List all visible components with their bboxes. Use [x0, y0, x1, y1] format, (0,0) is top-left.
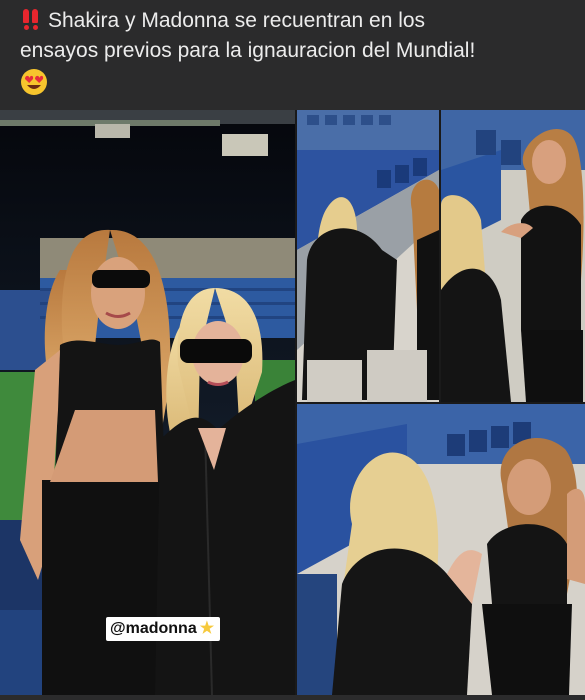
photo-top-right[interactable]	[441, 110, 585, 402]
stands-photo-image	[297, 110, 439, 402]
bottom-border	[0, 695, 585, 700]
mention-tag[interactable]: @madonna ★	[106, 617, 221, 641]
photo-top-left[interactable]	[297, 110, 439, 402]
star-icon: ★	[199, 620, 215, 637]
mention-username: @madonna	[110, 620, 197, 637]
photo-bottom[interactable]	[297, 404, 585, 695]
conversation-photo-image	[441, 110, 585, 402]
photo-main[interactable]: @madonna ★	[0, 110, 295, 695]
caption-line-2: ensayos previos para la ignauracion del …	[20, 39, 476, 62]
caption-line-1: Shakira y Madonna se recuentran en los	[48, 9, 426, 32]
caption-text: Shakira y Madonna se recuentran en los e…	[20, 6, 575, 96]
double-exclamation-mark-icon	[20, 8, 42, 30]
photo-collage: @madonna ★	[0, 110, 585, 700]
closeup-photo-image	[297, 404, 585, 695]
stadium-photo-image	[0, 110, 295, 695]
post-caption: Shakira y Madonna se recuentran en los e…	[0, 0, 585, 110]
heart-eyes-face-icon	[21, 69, 47, 95]
